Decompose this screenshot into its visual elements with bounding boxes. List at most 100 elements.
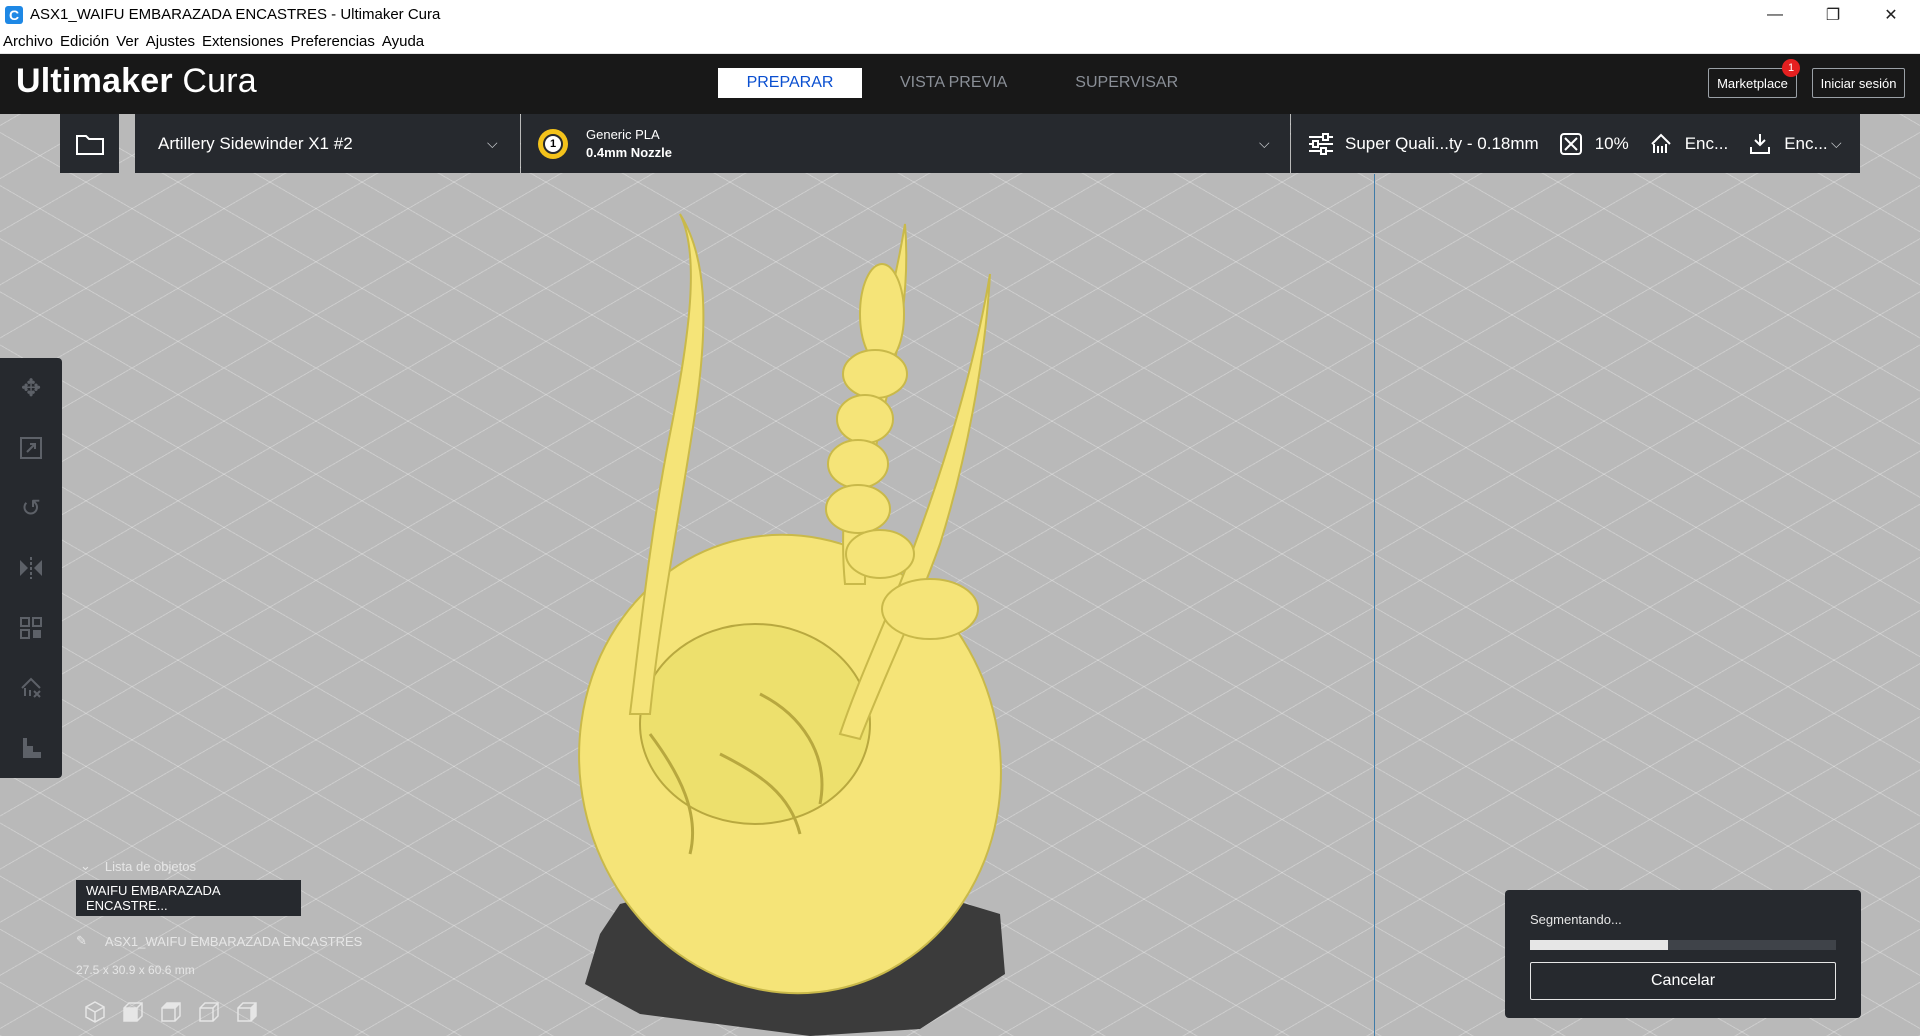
close-button[interactable]: ✕ [1862, 0, 1920, 29]
adhesion-setting: Enc... [1746, 130, 1828, 158]
chevron-down-icon: ⌵ [1831, 135, 1842, 151]
pencil-icon[interactable]: ✎ [76, 933, 87, 949]
support-blocker-icon [21, 677, 41, 698]
chevron-down-icon: ⌵ [487, 135, 498, 151]
sliders-icon [1307, 130, 1335, 158]
model-braid-knot-1 [842, 349, 908, 399]
menu-ajustes[interactable]: Ajustes [143, 33, 199, 50]
scale-tool[interactable] [0, 418, 62, 478]
model-braid-tip [859, 263, 905, 365]
infill-value: 10% [1594, 133, 1629, 153]
adhesion-value: Enc... [1784, 133, 1828, 153]
rotate-tool[interactable]: ↺ [0, 478, 62, 538]
move-icon: ✥ [20, 374, 42, 402]
brand-light: Cura [182, 62, 257, 100]
model-braid-knot-5 [845, 529, 915, 579]
view-front-button[interactable] [114, 997, 152, 1027]
material-selector[interactable]: 1 Generic PLA 0.4mm Nozzle ⌵ [521, 114, 1290, 173]
window-controls: — ❐ ✕ [1746, 0, 1920, 29]
cura-app-icon: C [5, 5, 23, 24]
menu-ver[interactable]: Ver [113, 33, 143, 50]
object-list-item[interactable]: WAIFU EMBARAZADA ENCASTRE... [76, 880, 301, 916]
support-value: Enc... [1684, 133, 1729, 153]
title-bar: C ASX1_WAIFU EMBARAZADA ENCASTRES - Ulti… [0, 0, 1920, 29]
nozzle-size: 0.4mm Nozzle [586, 144, 672, 160]
signin-button[interactable]: Iniciar sesión [1812, 68, 1905, 98]
model-braid-knot-4 [825, 484, 891, 534]
slicing-progress-bar [1530, 940, 1836, 950]
folder-icon [75, 134, 104, 155]
cube-3d-icon [85, 1001, 105, 1023]
rotate-icon: ↺ [20, 494, 42, 522]
move-tool[interactable]: ✥ [0, 358, 62, 418]
menu-bar: Archivo Edición Ver Ajustes Extensiones … [0, 29, 1920, 54]
slicing-status: Segmentando... [1530, 912, 1622, 927]
layflat-tool[interactable] [0, 718, 62, 778]
tab-supervisar[interactable]: SUPERVISAR [1045, 68, 1208, 98]
model-head [639, 623, 871, 825]
camera-view-buttons [76, 997, 266, 1027]
menu-ayuda[interactable]: Ayuda [379, 33, 428, 50]
object-list-toggle[interactable]: ⌄ Lista de objetos [80, 858, 196, 874]
tool-panel: ✥ ↺ [0, 358, 62, 778]
stage-tabs: PREPARAR VISTA PREVIA SUPERVISAR [718, 68, 1216, 98]
printer-name: Artillery Sidewinder X1 #2 [158, 133, 353, 153]
cancel-button[interactable]: Cancelar [1530, 962, 1836, 1000]
open-file-button[interactable] [60, 114, 119, 173]
ultimaker-cura-logo: Ultimaker Cura [16, 62, 257, 101]
per-model-settings-icon [20, 617, 42, 639]
file-name-row: ✎ ASX1_WAIFU EMBARAZADA ENCASTRES [76, 933, 362, 949]
infill-setting: 10% [1557, 130, 1629, 158]
tab-preparar[interactable]: PREPARAR [718, 68, 862, 98]
mirror-icon [20, 557, 42, 579]
object-dimensions: 27.5 x 30.9 x 60.6 mm [76, 963, 195, 977]
cube-front-icon [123, 1002, 143, 1022]
model-braid-bun [881, 578, 979, 640]
per-model-settings-tool[interactable] [0, 598, 62, 658]
maximize-button[interactable]: ❐ [1804, 0, 1862, 29]
minimize-button[interactable]: — [1746, 0, 1804, 29]
file-name: ASX1_WAIFU EMBARAZADA ENCASTRES [104, 933, 363, 949]
profile-setting: Super Quali...ty - 0.18mm [1307, 130, 1539, 158]
mirror-tool[interactable] [0, 538, 62, 598]
extruder-number: 1 [543, 133, 563, 154]
model-braid-knot-2 [836, 394, 894, 444]
view-3d-button[interactable] [76, 997, 114, 1027]
support-setting: Enc... [1647, 130, 1728, 158]
slicing-progress-fill [1530, 940, 1668, 950]
marketplace-button[interactable]: Marketplace 1 [1708, 59, 1800, 98]
slicing-panel: Segmentando... Cancelar [1505, 890, 1861, 1018]
marketplace-label: Marketplace [1717, 75, 1788, 91]
print-settings-selector[interactable]: Super Quali...ty - 0.18mm 10% Enc... Enc… [1291, 114, 1860, 173]
scale-icon [20, 437, 42, 459]
infill-icon [1557, 130, 1585, 158]
chevron-down-icon: ⌵ [1259, 135, 1270, 151]
menu-archivo[interactable]: Archivo [0, 33, 57, 50]
view-left-button[interactable] [190, 997, 228, 1027]
menu-preferencias[interactable]: Preferencias [288, 33, 379, 50]
adhesion-icon [1746, 130, 1774, 158]
view-top-button[interactable] [152, 997, 190, 1027]
chevron-down-icon: ⌄ [80, 858, 91, 873]
support-blocker-tool[interactable] [0, 658, 62, 718]
window-title: ASX1_WAIFU EMBARAZADA ENCASTRES - Ultima… [30, 6, 441, 23]
model-braid-knot-3 [827, 439, 889, 489]
object-list-title: Lista de objetos [104, 858, 196, 874]
tab-vista-previa[interactable]: VISTA PREVIA [870, 68, 1037, 98]
cube-left-icon [199, 1002, 219, 1022]
extruder-icon: 1 [538, 128, 568, 159]
view-right-button[interactable] [228, 997, 266, 1027]
material-info: Generic PLA 0.4mm Nozzle [586, 126, 672, 162]
profile-name: Super Quali...ty - 0.18mm [1345, 133, 1539, 153]
support-icon [1647, 130, 1675, 158]
menu-edicion[interactable]: Edición [57, 33, 113, 50]
brand-bold: Ultimaker [16, 62, 173, 100]
menu-extensiones[interactable]: Extensiones [199, 33, 288, 50]
notification-badge: 1 [1782, 59, 1800, 77]
app-header: Ultimaker Cura PREPARAR VISTA PREVIA SUP… [0, 54, 1920, 114]
cube-right-icon [237, 1002, 257, 1022]
material-name: Generic PLA [586, 126, 660, 142]
printer-selector[interactable]: Artillery Sidewinder X1 #2 ⌵ [135, 114, 520, 173]
layflat-icon [23, 738, 41, 758]
cube-top-icon [161, 1002, 181, 1022]
